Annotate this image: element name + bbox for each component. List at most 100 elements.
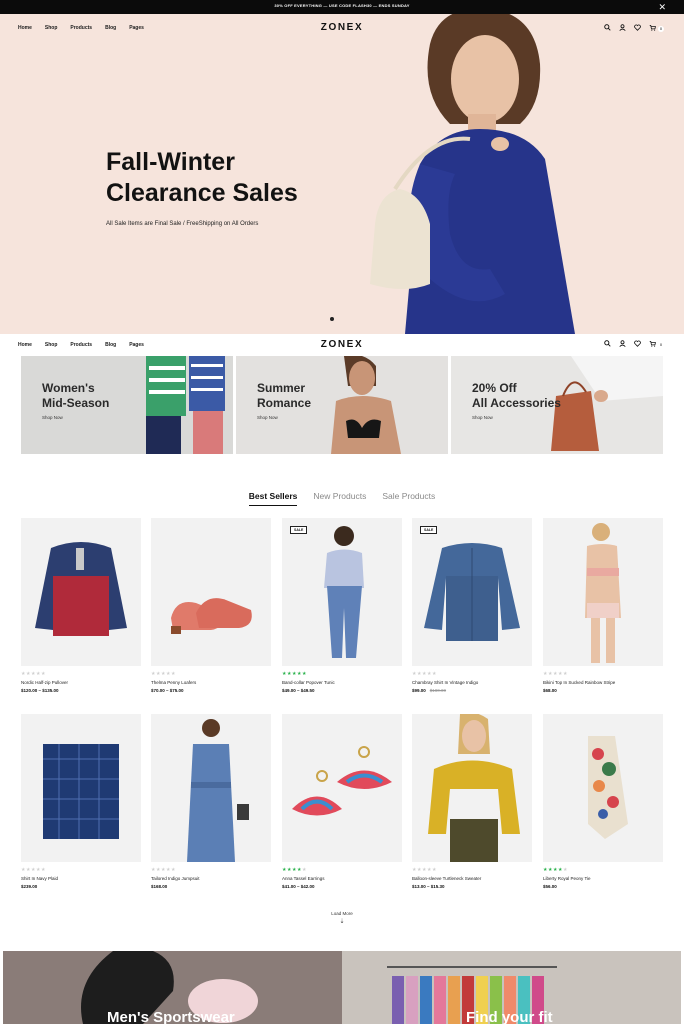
- banner-title: Women's Mid-Season: [42, 381, 109, 411]
- star-icon: ★: [562, 867, 568, 873]
- product-card[interactable]: ★★★★★ Nordic Half-zip Pullover $120.00 –…: [21, 518, 141, 695]
- sale-badge: SALE: [290, 526, 308, 534]
- announcement-bar: 30% OFF EVERYTHING — USE CODE FLASH30 — …: [0, 0, 684, 14]
- cart-icon[interactable]: [649, 24, 656, 34]
- product-price: $239.00: [21, 884, 38, 889]
- product-card[interactable]: SALE ★★★★★ Chambray Shirt In Vintage Ind…: [412, 518, 532, 695]
- banner-title-line1: 20% Off: [472, 381, 517, 395]
- product-image[interactable]: [21, 518, 141, 666]
- product-card[interactable]: SALE ★★★★★ Band-collar Popover Tunic $49…: [282, 518, 402, 695]
- cart-count-badge: 0: [658, 26, 664, 32]
- heart-icon[interactable]: [634, 24, 641, 34]
- banner-title: Summer Romance: [257, 381, 311, 411]
- arrow-down-icon: ⇣: [339, 919, 345, 925]
- product-name[interactable]: Chambray Shirt In Vintage Indigo: [412, 679, 532, 687]
- product-price: $41.00 – $42.00: [282, 884, 315, 889]
- banner-title: Find your fit: [466, 1009, 553, 1024]
- product-name[interactable]: Tailored Indigo Jumpsuit: [151, 875, 271, 883]
- close-icon[interactable]: ✕: [658, 1, 666, 13]
- hero-subtitle: All Sale Items are Final Sale / FreeShip…: [106, 221, 259, 227]
- banner-title-line2: Mid-Season: [42, 396, 110, 410]
- product-name[interactable]: Nordic Half-zip Pullover: [21, 679, 141, 687]
- product-price: $168.00: [151, 884, 168, 889]
- banner-title-line1: Summer: [257, 381, 306, 395]
- product-price: $68.00: [543, 688, 557, 693]
- nav-icons: 0: [604, 24, 664, 34]
- tab-best-sellers[interactable]: Best Sellers: [248, 491, 298, 506]
- product-image[interactable]: [151, 518, 271, 666]
- sale-badge: SALE: [420, 526, 438, 534]
- banner-mens-sportswear[interactable]: Men's Sportswear: [3, 951, 342, 1024]
- search-icon[interactable]: [604, 340, 611, 350]
- cart-icon[interactable]: [649, 340, 656, 350]
- hero-title-line2: Clearance Sales: [106, 179, 298, 207]
- search-icon[interactable]: [604, 24, 611, 34]
- product-image[interactable]: [412, 714, 532, 862]
- product-card[interactable]: ★★★★★ Liberty Royal Peony Tie $56.00: [543, 714, 663, 891]
- product-image[interactable]: [21, 714, 141, 862]
- star-icon: ★: [301, 671, 307, 677]
- product-image[interactable]: [543, 714, 663, 862]
- product-name[interactable]: Liberty Royal Peony Tie: [543, 875, 663, 883]
- product-card[interactable]: ★★★★★ Balloon-sleeve Turtleneck Sweater …: [412, 714, 532, 891]
- product-price: $120.00 – $135.00: [21, 688, 59, 693]
- product-card[interactable]: ★★★★★ Tailored Indigo Jumpsuit $168.00: [151, 714, 271, 891]
- star-icon: ★: [431, 867, 437, 873]
- heart-icon[interactable]: [634, 340, 641, 350]
- banner-shop-now-link[interactable]: Shop Now: [42, 415, 63, 420]
- star-icon: ★: [170, 867, 176, 873]
- rating-stars: ★★★★★: [543, 671, 663, 678]
- product-tabs: Best Sellers New Products Sale Products: [0, 491, 684, 506]
- star-icon: ★: [40, 671, 46, 677]
- hero-pagination-dot[interactable]: [330, 317, 334, 321]
- banner-find-your-fit[interactable]: Find your fit: [342, 951, 681, 1024]
- rating-stars: ★★★★★: [412, 671, 532, 678]
- product-card[interactable]: ★★★★★ Shirt In Navy Plaid $239.00: [21, 714, 141, 891]
- sticky-site-logo[interactable]: ZONEX: [0, 339, 684, 350]
- hero-model-image: [370, 14, 575, 334]
- product-name[interactable]: Band-collar Popover Tunic: [282, 679, 402, 687]
- product-name[interactable]: Thelma Penny Loafers: [151, 679, 271, 687]
- product-name[interactable]: Anna Tassel Earrings: [282, 875, 402, 883]
- rating-stars: ★★★★★: [543, 867, 663, 874]
- banner-title-line2: All Accessories: [472, 396, 561, 410]
- banner-shop-now-link[interactable]: Shop Now: [257, 415, 278, 420]
- banner-accessories[interactable]: 20% Off All Accessories Shop Now: [451, 356, 663, 454]
- product-card[interactable]: ★★★★★ Anna Tassel Earrings $41.00 – $42.…: [282, 714, 402, 891]
- product-price: $99.00 $180.00: [412, 687, 532, 695]
- banner-shop-now-link[interactable]: Shop Now: [472, 415, 493, 420]
- product-image[interactable]: SALE: [282, 518, 402, 666]
- product-image[interactable]: [543, 518, 663, 666]
- load-more-label: Load More: [331, 911, 353, 916]
- product-name[interactable]: Balloon-sleeve Turtleneck Sweater: [412, 875, 532, 883]
- product-card[interactable]: ★★★★★ Bikini Top In Sucked Rainbow Strip…: [543, 518, 663, 695]
- hero-title: Fall-Winter Clearance Sales: [106, 147, 298, 209]
- banner-summer-romance[interactable]: Summer Romance Shop Now: [236, 356, 448, 454]
- product-image[interactable]: [151, 714, 271, 862]
- banner-title: Men's Sportswear: [107, 1009, 235, 1024]
- product-price-current: $99.00: [412, 688, 426, 693]
- banner-womens-mid-season[interactable]: Women's Mid-Season Shop Now: [21, 356, 233, 454]
- star-icon: ★: [562, 671, 568, 677]
- rating-stars: ★★★★★: [282, 671, 402, 678]
- banner-title-line2: Romance: [257, 396, 312, 410]
- product-price: $49.00 – $49.50: [282, 688, 315, 693]
- product-image[interactable]: SALE: [412, 518, 532, 666]
- star-icon: ★: [301, 867, 307, 873]
- rating-stars: ★★★★★: [282, 867, 402, 874]
- load-more-button[interactable]: Load More ⇣: [0, 911, 684, 925]
- hero-section: Home Shop Products Blog Pages ZONEX 0 Fa…: [0, 14, 684, 334]
- banner-title-line1: Women's: [42, 381, 95, 395]
- user-icon[interactable]: [619, 340, 626, 350]
- star-icon: ★: [40, 867, 46, 873]
- tab-sale-products[interactable]: Sale Products: [382, 491, 435, 505]
- product-price: $13.00 – $15.30: [412, 884, 445, 889]
- user-icon[interactable]: [619, 24, 626, 34]
- product-name[interactable]: Bikini Top In Sucked Rainbow Stripe: [543, 679, 663, 687]
- tab-new-products[interactable]: New Products: [313, 491, 366, 505]
- product-name[interactable]: Shirt In Navy Plaid: [21, 875, 141, 883]
- product-card[interactable]: ★★★★★ Thelma Penny Loafers $70.00 – $75.…: [151, 518, 271, 695]
- sticky-nav-icons: 0: [604, 340, 664, 350]
- product-image[interactable]: [282, 714, 402, 862]
- rating-stars: ★★★★★: [21, 671, 141, 678]
